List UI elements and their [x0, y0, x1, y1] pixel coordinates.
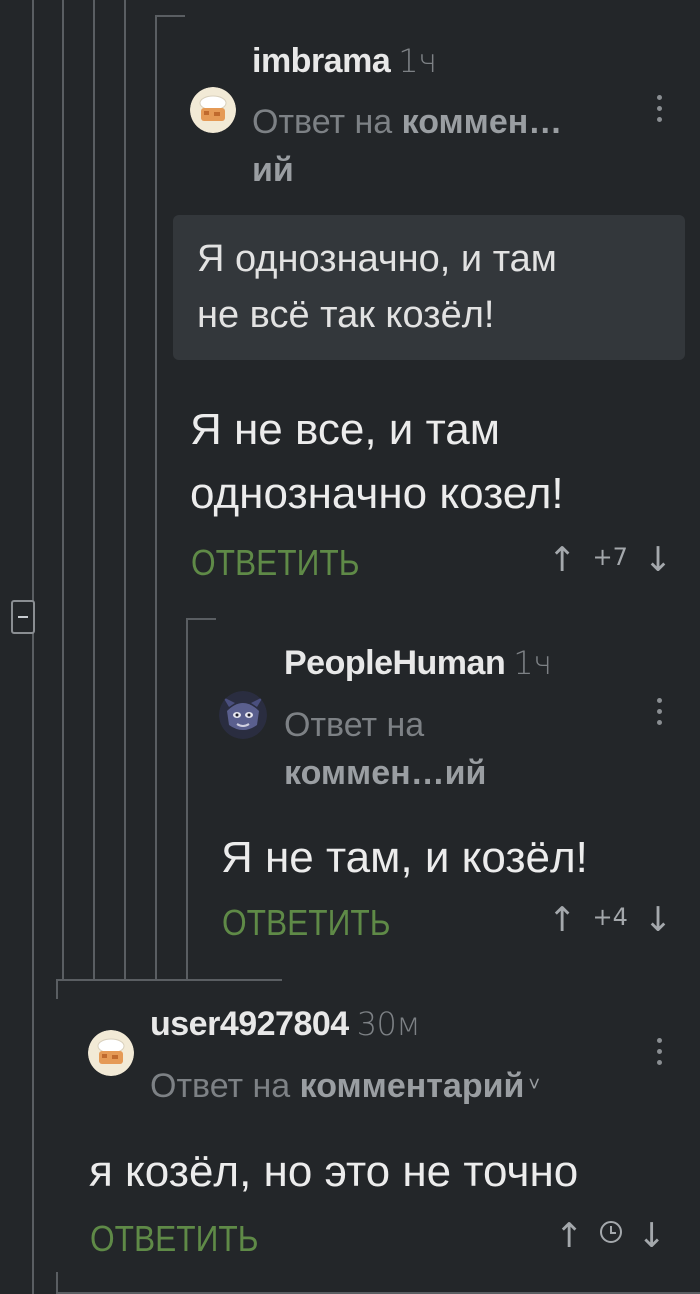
vote-down-icon[interactable]: ↓ — [644, 540, 673, 580]
thread-line — [155, 15, 157, 980]
vote-down-icon[interactable]: ↓ — [638, 1216, 667, 1256]
reply-target[interactable]: коммен…ий — [284, 754, 486, 792]
avatar[interactable] — [219, 691, 267, 739]
vote-controls: ↑ ↓ — [555, 1216, 666, 1256]
vote-down-icon[interactable]: ↓ — [644, 900, 673, 940]
vote-up-icon[interactable]: ↑ — [548, 900, 577, 940]
thread-line — [186, 618, 188, 980]
comment-author[interactable]: user4927804 30м — [150, 1005, 421, 1044]
thread-line — [124, 0, 126, 980]
thread-divider — [155, 15, 185, 17]
reply-to-link[interactable]: Ответ на комментарий ˅ — [150, 1061, 540, 1110]
clock-icon — [599, 1221, 622, 1243]
vote-controls: ↑ +4 ↓ — [548, 900, 672, 940]
reply-prefix: Ответ на — [150, 1067, 300, 1105]
reply-to-link[interactable]: Ответ на коммен… ий — [252, 98, 562, 194]
vote-controls: ↑ +7 ↓ — [548, 540, 672, 580]
username[interactable]: user4927804 — [150, 1005, 349, 1043]
avatar[interactable] — [190, 87, 236, 133]
thread-line — [93, 0, 95, 980]
rating-count: +4 — [592, 903, 628, 931]
vote-up-icon[interactable]: ↑ — [555, 1216, 584, 1256]
chef-avatar-icon — [88, 1030, 134, 1076]
comment-time: 1ч — [513, 644, 552, 682]
reply-target[interactable]: коммен… — [402, 103, 563, 141]
chef-avatar-icon — [190, 87, 236, 133]
comment-author[interactable]: imbrama 1ч — [252, 42, 437, 81]
thread-line — [56, 1272, 58, 1294]
more-options-icon[interactable] — [655, 95, 663, 129]
reply-button[interactable]: ОТВЕТИТЬ — [222, 902, 391, 944]
reply-target[interactable]: комментарий — [300, 1067, 525, 1105]
more-options-icon[interactable] — [655, 1038, 663, 1072]
quoted-comment: Я однозначно, и там не всё так козёл! — [173, 215, 685, 360]
thread-divider — [56, 979, 282, 981]
comment-time: 1ч — [398, 42, 437, 80]
reply-button[interactable]: ОТВЕТИТЬ — [191, 542, 360, 584]
character-avatar-icon — [219, 691, 267, 739]
more-options-icon[interactable] — [655, 698, 663, 732]
comment-author[interactable]: PeopleHuman 1ч — [284, 644, 552, 683]
quote-text: Я однозначно, и там не всё так козёл! — [197, 238, 557, 336]
vote-up-icon[interactable]: ↑ — [548, 540, 577, 580]
username[interactable]: PeopleHuman — [284, 644, 506, 682]
thread-divider — [186, 618, 216, 620]
chevron-down-icon[interactable]: ˅ — [528, 1074, 540, 1096]
reply-prefix: Ответ на — [252, 103, 402, 141]
reply-prefix: Ответ на — [284, 706, 425, 744]
username[interactable]: imbrama — [252, 42, 391, 80]
thread-line — [56, 979, 58, 999]
reply-target[interactable]: ий — [252, 151, 294, 189]
collapse-thread-button[interactable] — [11, 600, 35, 634]
rating-count: +7 — [592, 543, 628, 571]
thread-line — [62, 0, 64, 980]
thread-line — [32, 0, 34, 1294]
comment-text: я козёл, но это не точно — [89, 1147, 579, 1196]
avatar[interactable] — [88, 1030, 134, 1076]
reply-to-link[interactable]: Ответ на коммен…ий — [284, 701, 486, 797]
comment-text: Я не все, и там однозначно козел! — [190, 405, 564, 518]
comment-time: 30м — [356, 1005, 421, 1043]
reply-button[interactable]: ОТВЕТИТЬ — [90, 1218, 259, 1260]
comment-text: Я не там, и козёл! — [221, 833, 588, 882]
